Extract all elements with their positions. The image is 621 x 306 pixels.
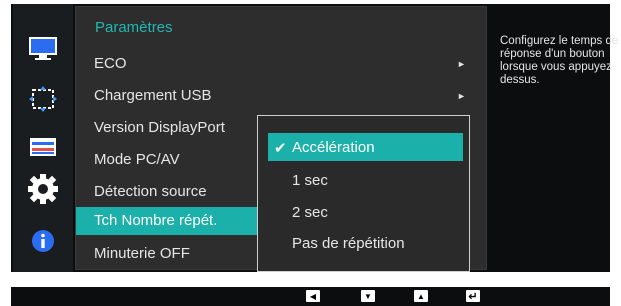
menu-item-label: Mode PC/AV xyxy=(94,151,180,168)
menu-item-label: Chargement USB xyxy=(94,87,212,104)
menu-item-label: ECO xyxy=(94,55,127,72)
submenu-arrow-icon: ► xyxy=(457,59,466,69)
enter-key-icon[interactable]: ↵ xyxy=(466,290,480,303)
picture-icon[interactable] xyxy=(13,34,73,64)
up-key-icon[interactable]: ▲ xyxy=(414,290,428,302)
menu-item-label: Tch Nombre répét. xyxy=(94,212,218,229)
menu-item-usb-charging[interactable]: Chargement USB ► xyxy=(76,82,488,110)
left-key-icon[interactable]: ◀ xyxy=(306,290,320,302)
menu-item-label: Minuterie OFF xyxy=(94,245,190,262)
menu-item-label: Version DisplayPort xyxy=(94,119,225,136)
onscreen-display-icon[interactable] xyxy=(13,84,73,114)
down-key-icon[interactable]: ▼ xyxy=(361,290,375,302)
submenu-arrow-icon: ► xyxy=(457,91,466,101)
menu-title: Paramètres xyxy=(95,19,173,36)
menu-item-key-repeat-time[interactable]: Tch Nombre répét. xyxy=(76,207,264,235)
key-repeat-submenu: ✔ Accélération 1 sec 2 sec Pas de répéti… xyxy=(257,115,470,272)
size-position-icon[interactable] xyxy=(13,132,73,162)
sidebar-icon-column xyxy=(13,4,73,272)
submenu-option-no-repeat[interactable]: Pas de répétition xyxy=(268,229,463,257)
checkmark-icon: ✔ xyxy=(274,140,287,157)
submenu-option-acceleration[interactable]: ✔ Accélération xyxy=(268,133,463,161)
submenu-option-1-sec[interactable]: 1 sec xyxy=(268,166,463,194)
help-text: Configurez le temps de réponse d'un bout… xyxy=(500,35,619,86)
menu-item-label: Détection source xyxy=(94,183,207,200)
menu-item-eco[interactable]: ECO ► xyxy=(76,50,488,78)
submenu-option-2-sec[interactable]: 2 sec xyxy=(268,198,463,226)
submenu-option-label: 2 sec xyxy=(292,204,328,221)
information-icon[interactable] xyxy=(13,226,73,256)
submenu-option-label: 1 sec xyxy=(292,172,328,189)
system-gear-icon[interactable] xyxy=(13,174,73,204)
submenu-option-label: Pas de répétition xyxy=(292,235,405,252)
submenu-option-label: Accélération xyxy=(292,139,375,156)
